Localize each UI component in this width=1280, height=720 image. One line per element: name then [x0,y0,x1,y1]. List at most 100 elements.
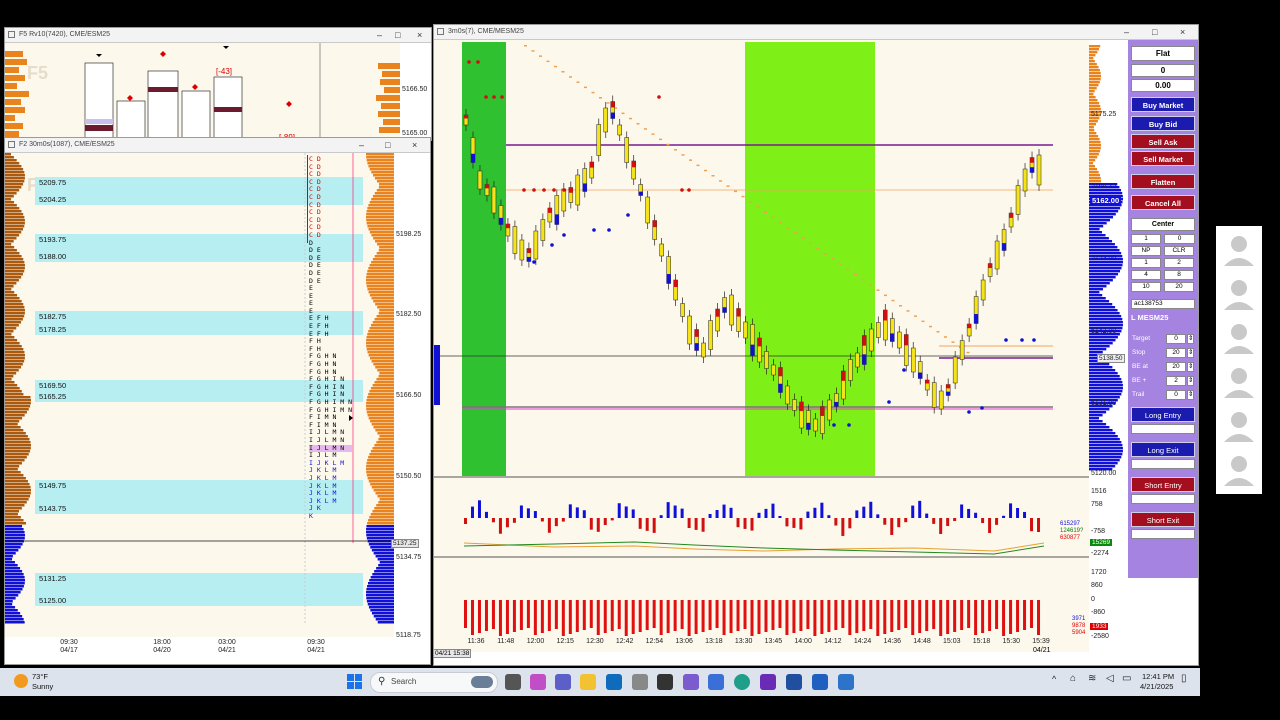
candle-body [764,351,769,369]
footprint-chart[interactable]: F5 [-43] [5,43,400,140]
copilot-icon[interactable] [530,674,546,690]
candle-body [876,322,881,338]
notification-icon[interactable]: ▯ [1181,673,1187,684]
candle-buy-segment [806,422,811,430]
weather-icon[interactable] [14,674,28,688]
wifi-icon[interactable]: ≋ [1088,673,1096,684]
center-button[interactable]: Center [1131,218,1195,231]
file-explorer-icon[interactable] [580,674,596,690]
chart-app-icon[interactable] [838,674,854,690]
outlook-icon[interactable] [606,674,622,690]
osc2-bar [631,600,635,634]
app-icon[interactable] [632,674,648,690]
maximize-icon[interactable]: □ [395,28,400,42]
spinner-icon[interactable]: ⇕ [1187,334,1194,344]
trend-dash [591,91,595,94]
qty-right-input[interactable]: 0 [1164,234,1195,244]
long-entry-select[interactable] [1131,424,1195,434]
left-profile-bar [5,621,25,624]
maximize-icon[interactable]: □ [385,138,390,152]
minimize-icon[interactable]: – [377,28,382,42]
task-view-icon[interactable] [505,674,521,690]
tpo-chart[interactable]: F2 5209.755204.255193.755188.005182.7551… [5,153,394,654]
long-exit-select[interactable] [1131,459,1195,469]
preset-button[interactable]: CLR [1164,246,1194,256]
field-input[interactable]: 0 [1166,390,1186,400]
edge-icon[interactable] [734,674,750,690]
tpo-titlebar[interactable]: F2 30m0s(1087), CME/ESM25 – □ × [5,138,430,153]
spinner-icon[interactable]: ⇕ [1187,390,1194,400]
close-icon[interactable]: × [1180,25,1185,39]
spinner-icon[interactable]: ⇕ [1187,376,1194,386]
minimize-icon[interactable]: – [359,138,364,152]
short-entry-select[interactable] [1131,494,1195,504]
close-icon[interactable]: × [417,28,422,42]
field-input[interactable]: 20 [1166,362,1186,372]
buy-market-button[interactable]: Buy Market [1131,97,1195,112]
copilot-app-icon[interactable] [683,674,699,690]
preset-button[interactable]: 2 [1164,258,1194,268]
left-profile-bar [5,234,20,237]
app-window-icon[interactable] [812,674,828,690]
preset-button[interactable]: NP [1131,246,1161,256]
spinner-icon[interactable]: ⇕ [1187,348,1194,358]
field-input[interactable]: 20 [1166,348,1186,358]
main-profile-bar [1089,60,1095,63]
buy-bid-button[interactable]: Buy Bid [1131,116,1195,131]
preset-button[interactable]: 10 [1131,282,1161,292]
volume-icon[interactable]: ◁ [1106,673,1114,684]
left-profile-bar [5,549,19,552]
right-profile-bar [367,477,394,480]
footprint-window: F5 Rv10(7420), CME/ESM25 – □ × F5 [-43] … [4,27,432,141]
field-input[interactable]: 0 [1166,334,1186,344]
main-profile-bar [1089,363,1110,366]
battery-icon[interactable]: ▭ [1122,673,1131,684]
network-icon[interactable]: ⌂ [1070,673,1076,684]
preset-button[interactable]: 1 [1131,258,1161,268]
spinner-icon[interactable]: ⇕ [1187,362,1194,372]
flatten-button[interactable]: Flatten [1131,174,1195,189]
minimize-icon[interactable]: – [1124,25,1129,39]
field-input[interactable]: 2 [1166,376,1186,386]
long-entry-button[interactable]: Long Entry [1131,407,1195,422]
account-select[interactable]: ac138753 [1131,299,1195,309]
snipping-tool-icon[interactable] [708,674,724,690]
main-profile-bar [1089,210,1119,213]
maximize-icon[interactable]: □ [1152,25,1157,39]
close-icon[interactable]: × [412,138,417,152]
right-profile-bar [373,489,394,492]
preset-button[interactable]: 20 [1164,282,1194,292]
right-profile-bar [367,459,394,462]
clock-time[interactable]: 12:41 PM [1142,672,1174,681]
osc1-bar [799,518,803,530]
short-entry-button[interactable]: Short Entry [1131,477,1195,492]
search-box[interactable]: ⚲ Search [370,672,498,693]
weather-temp[interactable]: 73°F [32,672,48,681]
preset-button[interactable]: 4 [1131,270,1161,280]
left-profile-bar [5,546,21,549]
tray-chevron-icon[interactable]: ^ [1052,674,1056,684]
visual-studio-icon[interactable] [760,674,776,690]
short-exit-select[interactable] [1131,529,1195,539]
short-exit-button[interactable]: Short Exit [1131,512,1195,527]
main-titlebar[interactable]: 3m0s(7), CME/MESM25 – □ × [434,25,1198,40]
osc1-bar [561,518,565,522]
active-app-icon[interactable] [786,674,802,690]
main-chart-area[interactable] [434,40,1089,652]
footprint-titlebar[interactable]: F5 Rv10(7420), CME/ESM25 – □ × [5,28,431,43]
cancel-all-button[interactable]: Cancel All [1131,195,1195,210]
left-profile-bar [5,285,14,288]
teams-icon[interactable] [555,674,571,690]
osc1-bar [1030,518,1034,532]
trend-dash [966,351,970,354]
chatgpt-icon[interactable] [657,674,673,690]
clock-date[interactable]: 4/21/2025 [1140,682,1173,691]
sell-market-button[interactable]: Sell Market [1131,151,1195,166]
start-icon[interactable] [347,674,362,689]
preset-button[interactable]: 8 [1164,270,1194,280]
osc1-bar [897,518,901,528]
qty-input[interactable]: 1 [1131,234,1161,244]
main-profile-bar [1089,267,1122,270]
long-exit-button[interactable]: Long Exit [1131,442,1195,457]
sell-ask-button[interactable]: Sell Ask [1131,134,1195,149]
